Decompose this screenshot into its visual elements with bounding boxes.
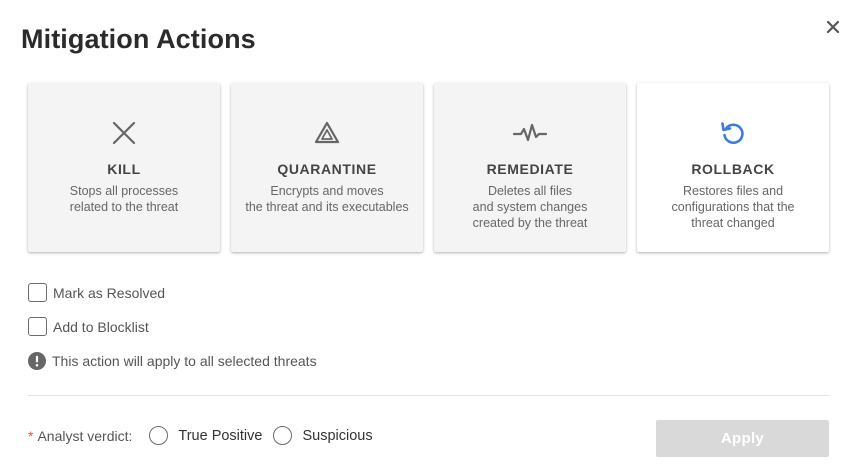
card-description: Encrypts and moves the threat and its ex… xyxy=(245,184,409,214)
analyst-verdict: * Analyst verdict: True Positive Suspici… xyxy=(28,426,384,445)
radio-suspicious[interactable] xyxy=(273,426,293,445)
divider xyxy=(28,395,829,396)
mark-resolved-label: Mark as Resolved xyxy=(53,284,166,301)
add-blocklist-checkbox[interactable] xyxy=(28,317,47,336)
action-card-quarantine[interactable]: QUARANTINE Encrypts and moves the threat… xyxy=(231,83,423,252)
action-card-remediate[interactable]: REMEDIATE Deletes all files and system c… xyxy=(434,83,626,252)
required-marker: * xyxy=(28,427,34,444)
card-description: Stops all processes related to the threa… xyxy=(69,184,179,214)
exclamation-circle-icon xyxy=(28,352,46,370)
card-description: Restores files and configurations that t… xyxy=(671,184,795,230)
add-blocklist-option[interactable]: Add to Blocklist xyxy=(28,317,149,336)
close-button[interactable] xyxy=(822,16,844,38)
rollback-icon xyxy=(637,118,829,148)
true-positive-label[interactable]: True Positive xyxy=(178,428,262,444)
close-icon xyxy=(826,20,840,34)
radio-true-positive[interactable] xyxy=(149,426,169,445)
mark-resolved-option[interactable]: Mark as Resolved xyxy=(28,283,165,302)
apply-button[interactable]: Apply xyxy=(656,420,829,457)
action-cards: KILL Stops all processes related to the … xyxy=(28,83,829,252)
mitigation-dialog: Mitigation Actions KILL Stops all proces… xyxy=(0,0,854,475)
mark-resolved-checkbox[interactable] xyxy=(28,283,47,302)
pulse-icon xyxy=(434,118,626,148)
action-card-kill[interactable]: KILL Stops all processes related to the … xyxy=(28,83,220,252)
dialog-title: Mitigation Actions xyxy=(21,24,256,54)
card-title: QUARANTINE xyxy=(277,161,377,177)
card-title: KILL xyxy=(107,161,141,177)
card-description: Deletes all files and system changes cre… xyxy=(472,184,588,230)
info-text: This action will apply to all selected t… xyxy=(52,353,317,369)
x-icon xyxy=(28,118,220,148)
suspicious-label[interactable]: Suspicious xyxy=(302,428,372,444)
triangle-icon xyxy=(231,118,423,148)
card-title: ROLLBACK xyxy=(691,161,775,177)
card-title: REMEDIATE xyxy=(486,161,574,177)
action-card-rollback[interactable]: ROLLBACK Restores files and configuratio… xyxy=(637,83,829,252)
verdict-label: Analyst verdict: xyxy=(37,427,133,444)
add-blocklist-label: Add to Blocklist xyxy=(53,318,149,335)
info-notice: This action will apply to all selected t… xyxy=(28,352,317,370)
